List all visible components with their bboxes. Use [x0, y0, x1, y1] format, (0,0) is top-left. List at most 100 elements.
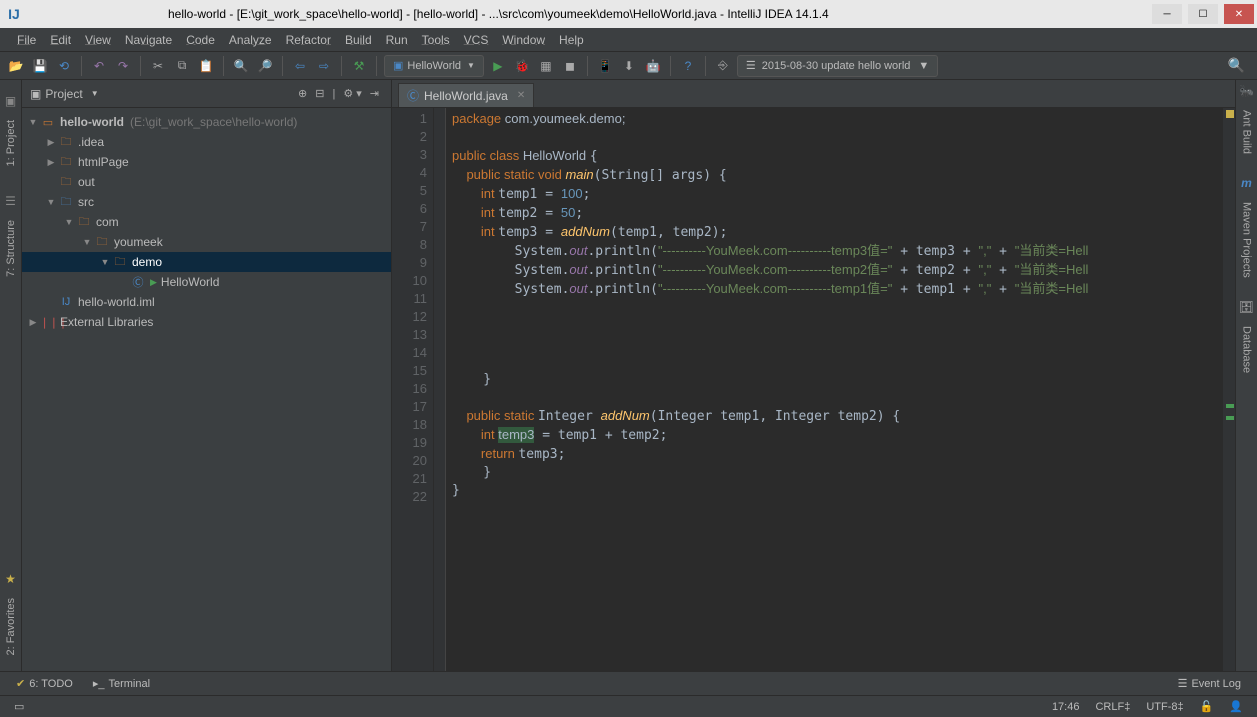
expand-arrow-icon[interactable]: ▼ [44, 197, 58, 207]
stop-icon[interactable]: ◼ [560, 56, 580, 76]
tree-item-label: out [78, 175, 95, 189]
settings-icon[interactable]: ⚙ ▾ [339, 87, 365, 100]
status-linesep[interactable]: CRLF‡ [1087, 701, 1138, 713]
menu-code[interactable]: Code [179, 33, 222, 47]
menu-navigate[interactable]: Navigate [118, 33, 179, 47]
run-icon[interactable]: ▶ [488, 56, 508, 76]
vcs-history-selector[interactable]: ☰ 2015-08-30 update hello world ▼ [737, 55, 938, 77]
change-marker[interactable] [1226, 416, 1234, 420]
commit-icon: ☰ [746, 59, 756, 72]
undo-icon[interactable]: ↶ [89, 56, 109, 76]
hide-icon[interactable]: ⇥ [366, 87, 383, 100]
expand-arrow-icon[interactable]: ▶ [26, 317, 40, 328]
menu-run[interactable]: Run [379, 33, 415, 47]
close-button[interactable]: ✕ [1224, 4, 1254, 24]
tree-item[interactable]: ▼ 🗀 youmeek [22, 232, 391, 252]
back-icon[interactable]: ⇦ [290, 56, 310, 76]
menu-analyze[interactable]: Analyze [222, 33, 279, 47]
menu-window[interactable]: Window [495, 33, 552, 47]
tab-terminal[interactable]: ▸_ Terminal [83, 677, 160, 690]
tab-maven[interactable]: Maven Projects [1239, 194, 1255, 286]
tree-item[interactable]: ▶ 🗀 htmlPage [22, 152, 391, 172]
expand-arrow-icon[interactable]: ▶ [44, 157, 58, 168]
debug-icon[interactable]: 🐞 [512, 56, 532, 76]
make-icon[interactable]: ⚒ [349, 56, 369, 76]
tree-root[interactable]: ▼ ▭ hello-world (E:\git_work_space\hello… [22, 112, 391, 132]
tab-ant[interactable]: Ant Build [1239, 102, 1255, 162]
tree-item[interactable]: 🗀 out [22, 172, 391, 192]
menu-build[interactable]: Build [338, 33, 379, 47]
tree-root-path: (E:\git_work_space\hello-world) [130, 115, 297, 129]
menu-view[interactable]: View [78, 33, 118, 47]
close-tab-icon[interactable]: ✕ [517, 90, 525, 101]
forward-icon[interactable]: ⇨ [314, 56, 334, 76]
tree-item[interactable]: ▶ 🗀 .idea [22, 132, 391, 152]
replace-icon[interactable]: 🔎 [255, 56, 275, 76]
structure-tool-icon[interactable]: ☰ [5, 194, 16, 208]
project-tree[interactable]: ▼ ▭ hello-world (E:\git_work_space\hello… [22, 108, 391, 671]
inspect-icon[interactable]: 👤 [1221, 700, 1251, 713]
avd-icon[interactable]: 📱 [595, 56, 615, 76]
tree-item-selected[interactable]: ▼ 🗀 demo [22, 252, 391, 272]
copy-icon[interactable]: ⧉ [172, 56, 192, 76]
lock-icon[interactable]: 🔓 [1192, 700, 1222, 713]
toolwindow-toggle-icon[interactable]: ▭ [6, 700, 32, 713]
tab-eventlog[interactable]: ☰ Event Log [1168, 677, 1251, 690]
search-everywhere-icon[interactable]: 🔍 [1228, 57, 1251, 74]
change-marker[interactable] [1226, 404, 1234, 408]
project-tool-icon[interactable]: ▣ [5, 94, 16, 108]
redo-icon[interactable]: ↷ [113, 56, 133, 76]
favorites-tool-icon[interactable]: ★ [5, 572, 16, 586]
tab-structure[interactable]: 7: Structure [3, 212, 19, 285]
tree-item[interactable]: ▶ ❘❘❘ External Libraries [22, 312, 391, 332]
code-content[interactable]: package com.youmeek.demo; public class H… [446, 108, 1223, 671]
code-editor[interactable]: 12345678910111213141516171819202122 pack… [392, 108, 1235, 671]
dropdown-icon[interactable]: ▼ [91, 89, 99, 98]
paste-icon[interactable]: 📋 [196, 56, 216, 76]
menu-file[interactable]: File [10, 33, 43, 47]
menu-vcs[interactable]: VCS [457, 33, 496, 47]
expand-arrow-icon[interactable]: ▼ [80, 237, 94, 247]
expand-arrow-icon[interactable]: ▼ [98, 257, 112, 267]
collapse-all-icon[interactable]: ⊟ [311, 87, 328, 100]
menu-refactor[interactable]: Refactor [279, 33, 338, 47]
tree-item[interactable]: ▼ 🗀 com [22, 212, 391, 232]
menu-help[interactable]: Help [552, 33, 591, 47]
status-encoding[interactable]: UTF-8‡ [1138, 701, 1191, 713]
error-stripe[interactable] [1223, 108, 1235, 671]
sdk-icon[interactable]: ⬇ [619, 56, 639, 76]
expand-arrow-icon[interactable]: ▼ [62, 217, 76, 227]
editor-tab[interactable]: Ⓒ HelloWorld.java ✕ [398, 83, 534, 107]
minimize-button[interactable]: ─ [1152, 4, 1182, 24]
menu-edit[interactable]: Edit [43, 33, 78, 47]
menu-tools[interactable]: Tools [415, 33, 457, 47]
database-icon[interactable]: 🗄 [1239, 300, 1254, 314]
nav-icon[interactable]: ⎆ [713, 56, 733, 76]
warning-marker[interactable] [1226, 110, 1234, 118]
tab-project[interactable]: 1: Project [3, 112, 19, 174]
tab-todo[interactable]: ✔ 6: TODO [6, 677, 83, 690]
window-title: hello-world - [E:\git_work_space\hello-w… [28, 7, 1149, 21]
tab-todo-label: 6: TODO [29, 678, 73, 690]
ant-icon[interactable]: 🐜 [1239, 84, 1254, 98]
help-icon[interactable]: ? [678, 56, 698, 76]
maximize-button[interactable]: ☐ [1188, 4, 1218, 24]
expand-arrow-icon[interactable]: ▶ [44, 137, 58, 148]
cut-icon[interactable]: ✂ [148, 56, 168, 76]
save-all-icon[interactable]: 💾 [30, 56, 50, 76]
tree-item[interactable]: IJ hello-world.iml [22, 292, 391, 312]
tab-database[interactable]: Database [1239, 318, 1255, 381]
coverage-icon[interactable]: ▦ [536, 56, 556, 76]
run-config-selector[interactable]: ▣ HelloWorld ▼ [384, 55, 484, 77]
sync-icon[interactable]: ⟲ [54, 56, 74, 76]
tab-favorites[interactable]: 2: Favorites [3, 590, 19, 663]
expand-arrow-icon[interactable]: ▼ [26, 117, 40, 127]
fold-gutter[interactable] [434, 108, 446, 671]
maven-icon[interactable]: m [1241, 176, 1252, 190]
tree-item[interactable]: Ⓒ ▶ HelloWorld [22, 272, 391, 292]
android-icon[interactable]: 🤖 [643, 56, 663, 76]
scroll-from-source-icon[interactable]: ⊕ [294, 87, 311, 100]
tree-item[interactable]: ▼ 🗀 src [22, 192, 391, 212]
find-icon[interactable]: 🔍 [231, 56, 251, 76]
open-icon[interactable]: 📂 [6, 56, 26, 76]
